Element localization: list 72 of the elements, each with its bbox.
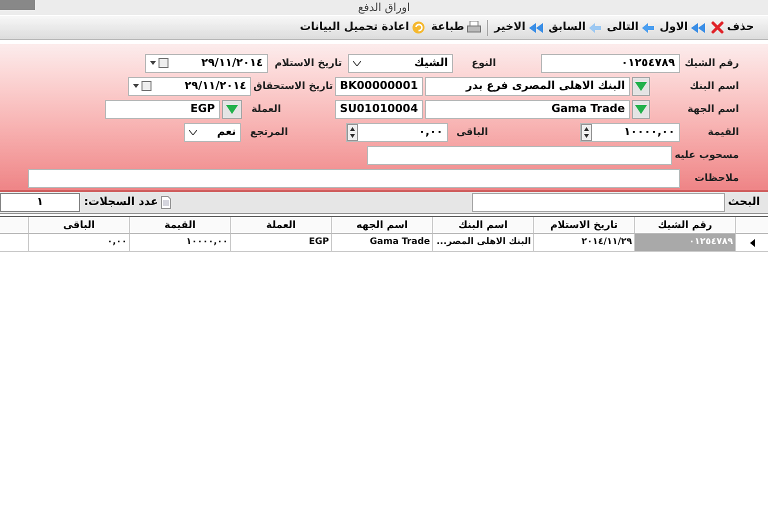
toolbar-button[interactable]: اعادة تحميل البيانات	[300, 19, 426, 36]
column-header[interactable]: الباقى	[28, 217, 129, 233]
field-label: القيمة	[706, 126, 739, 140]
table-cell: EGP	[230, 234, 331, 251]
field-label: النوع	[470, 56, 496, 70]
arrow-icon	[642, 22, 654, 32]
reload-icon	[412, 21, 426, 34]
date-field[interactable]: ٢٩/١١/٢٠١٤	[128, 76, 252, 96]
double-arrow-icon	[690, 22, 705, 32]
column-header[interactable]: القيمة	[129, 217, 230, 233]
text-field[interactable]: Gama Trade	[425, 100, 630, 118]
text-field[interactable]	[366, 146, 672, 164]
records-count-field: ١	[0, 193, 80, 212]
toolbar-button[interactable]: التالى	[606, 19, 654, 36]
spinner-icon	[581, 124, 592, 140]
double-arrow-icon	[528, 22, 543, 32]
field-label: رقم الشيك	[684, 56, 739, 70]
spinner-icon	[347, 124, 358, 140]
table-cell: ١٠٠٠٠,٠٠	[129, 234, 230, 251]
table-cell: Gama Trade	[331, 234, 432, 251]
text-field[interactable]: BK00000001	[335, 76, 423, 96]
triangle-icon	[226, 104, 238, 114]
number-field[interactable]: ٠,٠٠	[346, 122, 448, 142]
text-field[interactable]	[28, 168, 680, 188]
dropdown-field[interactable]: نعم	[184, 122, 241, 142]
chevron-down-icon	[353, 60, 361, 66]
lookup-button[interactable]	[632, 100, 650, 118]
document-icon	[161, 196, 172, 209]
table-cell: ٠١٢٥٤٧٨٩	[634, 234, 735, 251]
text-field[interactable]: البنك الاهلى المصرى فرع بدر	[425, 76, 630, 96]
field-label: اسم البنك	[688, 80, 739, 94]
records-count-label: عدد السجلات:	[84, 194, 158, 210]
chevron-down-icon	[189, 130, 197, 134]
triangle-icon	[635, 82, 647, 90]
arrow-icon	[588, 22, 601, 32]
field-label: تاريخ الاستحقاق	[253, 80, 333, 94]
column-header[interactable]: اسم البنك	[432, 217, 533, 233]
toolbar-button[interactable]: الاول	[660, 19, 705, 36]
field-label: العملة	[250, 102, 281, 116]
triangle-icon	[635, 104, 647, 114]
toolbar-button[interactable]: السابق	[548, 19, 601, 36]
field-label: تاريخ الاستلام	[274, 56, 342, 70]
printer-icon	[467, 21, 482, 34]
dropdown-field[interactable]: الشيك	[348, 54, 453, 72]
lookup-button[interactable]	[222, 100, 242, 118]
field-label: المرتجع	[249, 126, 288, 140]
field-label: ملاحظات	[693, 172, 739, 186]
calendar-dropdown-icon	[150, 58, 170, 68]
field-label: مسحوب عليه	[674, 148, 739, 162]
window-title: اوراق الدفع	[358, 0, 410, 14]
close-icon	[710, 21, 724, 34]
toolbar-button[interactable]: طباعة	[431, 19, 482, 36]
column-header[interactable]: رقم الشيك	[634, 217, 735, 233]
text-field[interactable]: EGP	[105, 100, 220, 118]
lookup-button[interactable]	[632, 76, 650, 96]
column-header[interactable]: تاريخ الاستلام	[533, 217, 634, 233]
text-field[interactable]: ٠١٢٥٤٧٨٩	[541, 54, 680, 72]
toolbar-button[interactable]: حذف	[710, 19, 754, 36]
field-label: اسم الجهة	[686, 102, 739, 116]
date-field[interactable]: ٢٩/١١/٢٠١٤	[145, 54, 268, 72]
field-label: الباقى	[455, 126, 488, 140]
toolbar-button[interactable]: الاخير	[494, 19, 543, 36]
search-field[interactable]	[472, 193, 725, 212]
table-cell: البنك الاهلى المصر...	[432, 234, 533, 251]
search-label: البحث	[730, 194, 760, 210]
table-cell: ٠,٠٠	[28, 234, 129, 251]
calendar-dropdown-icon	[133, 81, 154, 91]
text-field[interactable]: SU01010004	[335, 100, 423, 118]
table-cell: ٢٠١٤/١١/٢٩	[533, 234, 634, 251]
column-header[interactable]: العملة	[230, 217, 331, 233]
column-header[interactable]: اسم الجهه	[331, 217, 432, 233]
number-field[interactable]: ١٠٠٠٠,٠٠	[580, 122, 680, 142]
